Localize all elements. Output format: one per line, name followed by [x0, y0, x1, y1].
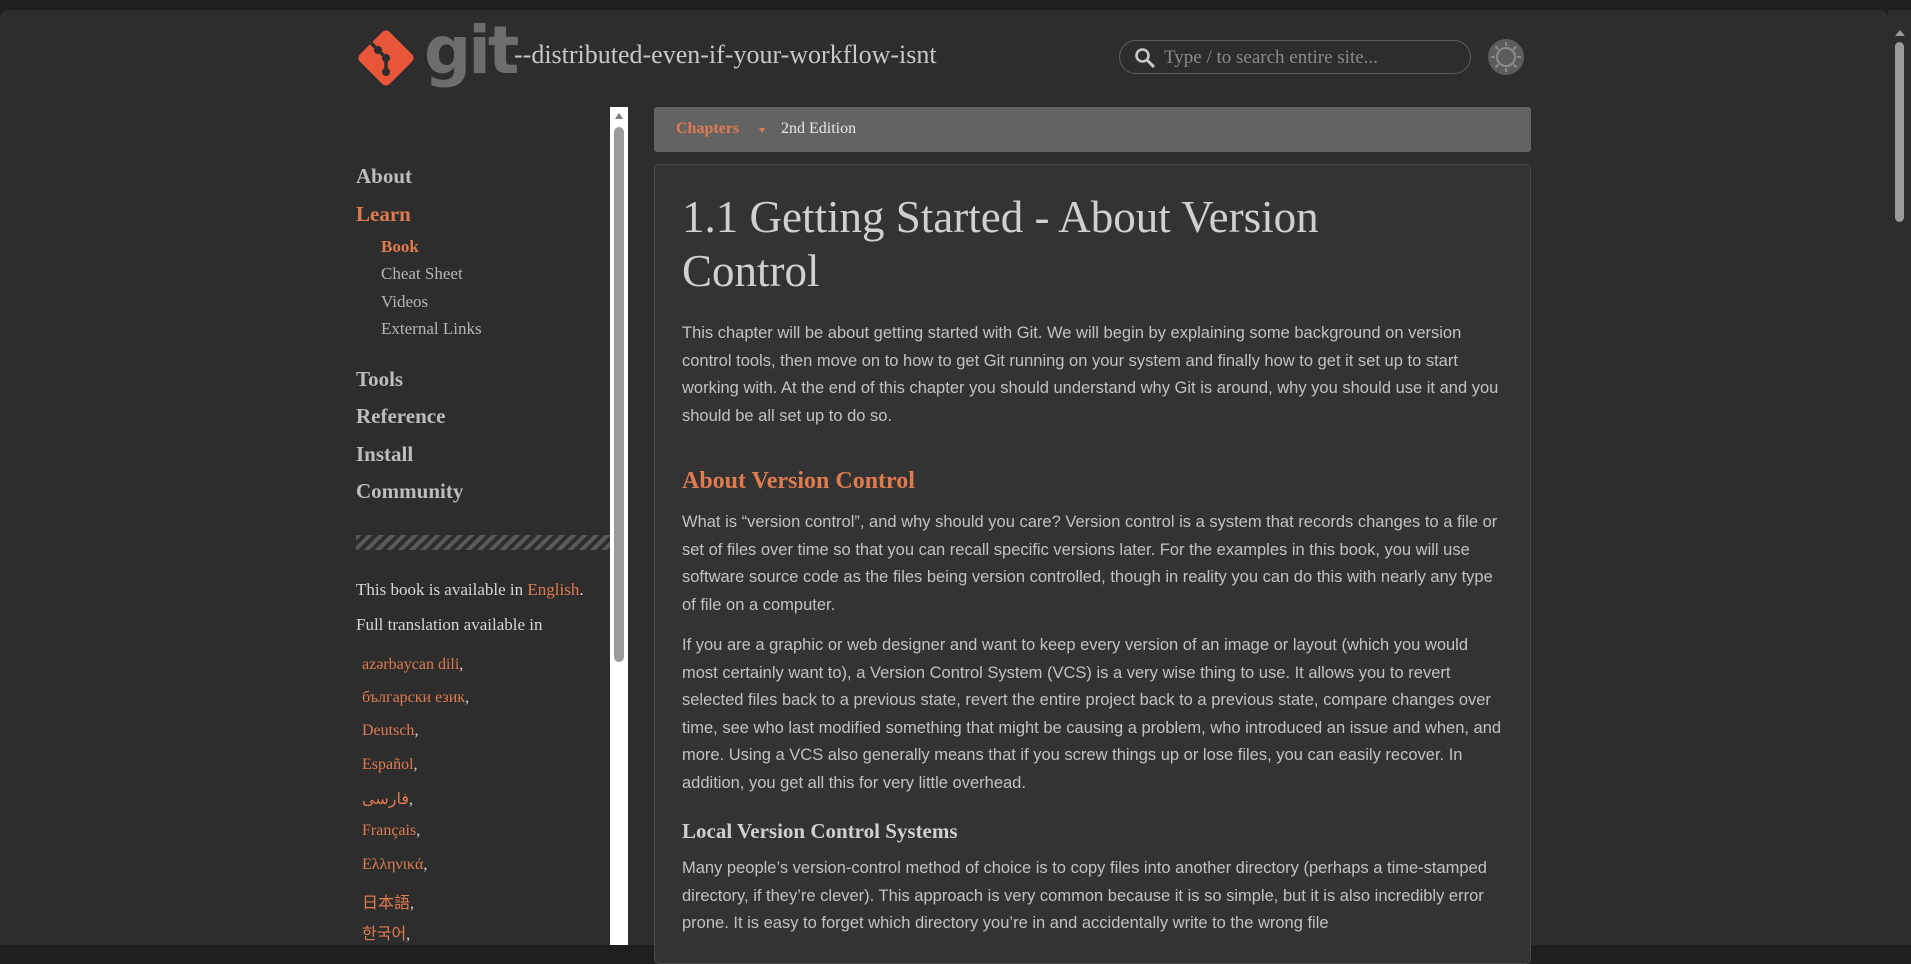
search-input[interactable] — [1162, 45, 1462, 71]
intro-paragraph: This chapter will be about getting start… — [682, 324, 1499, 425]
site-tagline: --distributed-even-if-your-workflow-isnt — [514, 40, 937, 69]
language-link[interactable]: Deutsch, — [362, 722, 418, 740]
chapters-bar: Chapters 2nd Edition — [654, 107, 1531, 152]
page-scroll-thumb[interactable] — [1895, 42, 1904, 222]
edition-label: 2nd Edition — [781, 120, 857, 137]
nav-about[interactable]: About — [356, 164, 412, 189]
sidebar-scroll-thumb[interactable] — [614, 127, 624, 662]
chapters-dropdown[interactable]: Chapters — [676, 120, 739, 138]
book-availability: This book is available in English. — [356, 580, 584, 600]
theme-toggle-button[interactable] — [1488, 39, 1524, 75]
paragraph: Many people’s version-control method of … — [682, 859, 1487, 932]
paragraph: If you are a graphic or web designer and… — [682, 636, 1502, 792]
language-link[interactable]: 日本語, — [362, 889, 414, 913]
english-link[interactable]: English — [527, 580, 579, 599]
page-title-line1: 1.1 Getting Started - About Version — [682, 192, 1319, 242]
search-icon — [1135, 48, 1156, 69]
availability-prefix: This book is available in — [356, 580, 528, 599]
search-box[interactable] — [1119, 40, 1471, 74]
sidebar-scrollbar[interactable] — [610, 107, 628, 945]
nav-learn-videos[interactable]: Videos — [381, 292, 428, 312]
language-name[interactable]: فارسی — [362, 791, 409, 808]
nav-reference[interactable]: Reference — [356, 404, 445, 429]
language-link[interactable]: فارسی, — [362, 789, 413, 809]
language-name[interactable]: Deutsch — [362, 722, 414, 739]
section-heading: About Version Control — [682, 468, 915, 494]
window-top — [0, 0, 1911, 10]
language-name[interactable]: български език — [362, 689, 465, 706]
sun-icon — [1491, 42, 1521, 72]
subsection-heading: Local Version Control Systems — [682, 819, 958, 843]
git-logo-icon[interactable] — [356, 28, 416, 88]
language-name[interactable]: Français — [362, 822, 416, 839]
page-scrollbar[interactable] — [1888, 10, 1911, 945]
full-translation-label: Full translation available in — [356, 615, 543, 634]
language-link[interactable]: azərbaycan dili, — [362, 656, 463, 674]
nav-learn-book[interactable]: Book — [381, 237, 419, 257]
language-link[interactable]: Ελληνικά, — [362, 856, 427, 874]
nav-learn-external-links[interactable]: External Links — [381, 319, 482, 339]
logo-text[interactable]: git — [424, 18, 519, 84]
language-link[interactable]: български език, — [362, 689, 469, 707]
scroll-up-arrow-icon[interactable] — [1895, 30, 1905, 36]
language-name[interactable]: 日本語 — [362, 895, 410, 912]
nav-community[interactable]: Community — [356, 479, 463, 504]
language-link[interactable]: Français, — [362, 822, 420, 840]
availability-suffix: . — [579, 580, 584, 599]
language-name[interactable]: Español — [362, 756, 414, 773]
nav-learn[interactable]: Learn — [356, 202, 411, 227]
paragraph: What is “version control”, and why shoul… — [682, 513, 1498, 614]
page-title-line2: Control — [682, 246, 820, 296]
page-title: 1.1 Getting Started - About Version Contr… — [682, 190, 1482, 298]
nav-install[interactable]: Install — [356, 442, 413, 467]
language-name[interactable]: Ελληνικά — [362, 856, 423, 873]
nav-tools[interactable]: Tools — [356, 367, 403, 392]
nav-learn-cheat-sheet[interactable]: Cheat Sheet — [381, 264, 463, 284]
language-link[interactable]: Español, — [362, 756, 418, 774]
chevron-down-icon[interactable] — [759, 128, 765, 133]
language-link[interactable]: 한국어, — [362, 920, 410, 944]
scroll-up-arrow-icon[interactable] — [615, 113, 623, 119]
language-name[interactable]: azərbaycan dili — [362, 656, 459, 673]
sidebar-divider — [356, 535, 610, 550]
language-name[interactable]: 한국어 — [362, 926, 406, 943]
